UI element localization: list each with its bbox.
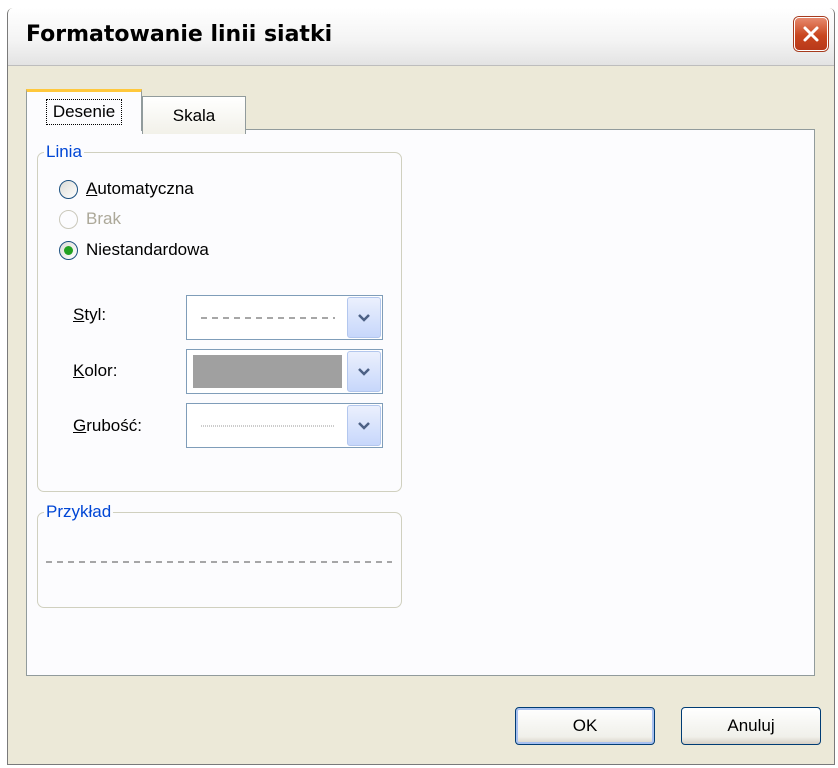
styl-label: Styl: (73, 305, 107, 324)
ok-button[interactable]: OK (515, 707, 655, 745)
radio-brak: Brak (59, 209, 121, 229)
tab-desenie[interactable]: Desenie (26, 89, 142, 131)
przyklad-groupbox: Przykład (37, 502, 402, 608)
radio-selected-dot (64, 245, 73, 255)
kolor-dropdown[interactable] (186, 349, 383, 394)
chevron-down-icon (358, 421, 370, 430)
styl-dropdown[interactable] (186, 295, 383, 340)
title-bar[interactable]: Formatowanie linii siatki (8, 8, 834, 66)
chevron-down-icon (358, 367, 370, 376)
linia-groupbox: Linia Automatyczna Brak Niestandardowa S… (37, 142, 402, 492)
radio-niestandardowa-label: Niestandardowa (86, 240, 209, 259)
kolor-swatch (193, 355, 342, 388)
kolor-label: Kolor: (73, 361, 118, 380)
radio-automatyczna-label: Automatyczna (86, 179, 194, 198)
grubosc-dropdown[interactable] (186, 403, 383, 448)
tab-desenie-label: Desenie (45, 98, 123, 125)
sample-line-preview (46, 561, 392, 563)
styl-dropdown-button[interactable] (347, 297, 381, 338)
radio-brak-circle (59, 209, 78, 229)
grubosc-hairline-preview (195, 404, 338, 447)
styl-dashed-preview (195, 296, 338, 339)
radio-niestandardowa-circle[interactable] (59, 240, 78, 260)
close-button[interactable] (794, 17, 828, 51)
grubosc-dropdown-button[interactable] (347, 405, 381, 446)
tab-skala-label: Skala (172, 105, 216, 125)
chevron-down-icon (358, 313, 370, 322)
grubosc-label: Grubość: (73, 416, 142, 435)
close-icon (803, 26, 819, 42)
linia-group-title: Linia (44, 142, 84, 162)
window-title: Formatowanie linii siatki (26, 22, 333, 47)
radio-automatyczna-circle[interactable] (59, 179, 78, 199)
radio-brak-label: Brak (86, 209, 121, 228)
kolor-dropdown-button[interactable] (347, 351, 381, 392)
tab-skala[interactable]: Skala (142, 96, 246, 134)
tab-panel-desenie: Linia Automatyczna Brak Niestandardowa S… (26, 129, 815, 676)
radio-niestandardowa[interactable]: Niestandardowa (59, 240, 209, 260)
dialog-window: Formatowanie linii siatki Desenie Skala … (7, 8, 835, 765)
radio-automatyczna[interactable]: Automatyczna (59, 179, 194, 199)
cancel-button[interactable]: Anuluj (681, 707, 821, 745)
